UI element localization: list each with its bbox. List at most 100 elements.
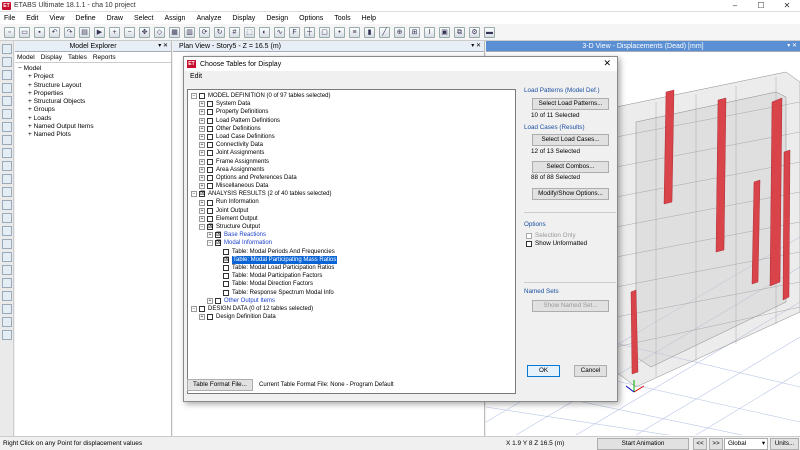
tab-display[interactable]: Display — [41, 52, 62, 62]
area-icon[interactable]: ▢ — [319, 26, 330, 38]
expand-icon[interactable]: + — [199, 166, 205, 173]
grid-icon[interactable]: # — [229, 26, 240, 38]
options-icon[interactable]: ⚙ — [469, 26, 480, 38]
row-checkbox[interactable]: ☒ — [199, 191, 205, 198]
row-checkbox[interactable] — [223, 273, 229, 280]
measure-icon[interactable]: ⊞ — [409, 26, 420, 38]
plan-icon[interactable]: ▦ — [169, 26, 180, 38]
table-tree-row[interactable]: Table: Modal Participation Factors — [188, 272, 515, 280]
elevation-icon[interactable]: ▥ — [184, 26, 195, 38]
row-checkbox[interactable] — [207, 150, 213, 157]
show-unformatted-checkbox[interactable] — [526, 240, 532, 247]
expand-icon[interactable]: + — [199, 183, 205, 190]
chart-icon[interactable]: ▬ — [484, 26, 495, 38]
table-tree-row[interactable]: + Load Case Definitions — [188, 133, 515, 141]
row-checkbox[interactable] — [223, 265, 229, 272]
table-tree-row[interactable]: ☒ Table: Modal Participating Mass Ratios — [188, 255, 515, 264]
menu-tools[interactable]: Tools — [334, 15, 350, 22]
tree-item-model[interactable]: − Model — [18, 65, 168, 73]
coordinate-system-select[interactable]: Global ▾ — [724, 438, 768, 450]
tab-reports[interactable]: Reports — [93, 52, 116, 62]
refresh-icon[interactable]: ↻ — [214, 26, 225, 38]
select-load-cases-button[interactable]: Select Load Cases... — [532, 134, 609, 146]
zoom-out-icon[interactable]: − — [124, 26, 135, 38]
menu-options[interactable]: Options — [299, 15, 323, 22]
expand-icon[interactable]: + — [199, 207, 205, 214]
expand-icon[interactable]: + — [199, 101, 205, 108]
row-checkbox[interactable] — [207, 134, 213, 141]
row-checkbox[interactable]: ☒ — [215, 232, 221, 239]
expand-icon[interactable]: + — [199, 314, 205, 321]
row-checkbox[interactable] — [207, 207, 213, 214]
collapse-icon[interactable]: − — [191, 191, 197, 198]
table-tree-row[interactable]: + Connectivity Data — [188, 141, 515, 149]
clear-selection-icon[interactable] — [2, 252, 12, 262]
row-checkbox[interactable] — [223, 248, 229, 255]
row-checkbox[interactable] — [223, 289, 229, 296]
draw-beam-icon[interactable] — [2, 96, 12, 106]
menu-define[interactable]: Define — [75, 15, 95, 22]
close-button[interactable]: ✕ — [774, 0, 800, 12]
reshape-icon[interactable] — [2, 57, 12, 67]
snap-points-icon[interactable] — [2, 278, 12, 288]
tree-item-named-output-items[interactable]: + Named Output Items — [18, 123, 168, 131]
menu-view[interactable]: View — [49, 15, 64, 22]
ok-button[interactable]: OK — [527, 365, 560, 377]
expand-icon[interactable]: + — [199, 215, 205, 222]
select-icon[interactable]: ⬚ — [244, 26, 255, 38]
table-format-file-button[interactable]: Table Format File... — [187, 379, 253, 391]
links-icon[interactable]: ≡ — [349, 26, 360, 38]
snap-icon[interactable]: ⊕ — [394, 26, 405, 38]
draw-link-icon[interactable] — [2, 174, 12, 184]
table-tree-row[interactable]: − ☒ Structure Output — [188, 223, 515, 231]
lock-icon[interactable]: ▤ — [79, 26, 90, 38]
snap-ends-icon[interactable] — [2, 291, 12, 301]
table-tree-row[interactable]: + Run Information — [188, 198, 515, 206]
menu-draw[interactable]: Draw — [107, 15, 123, 22]
row-checkbox[interactable] — [207, 215, 213, 222]
pin-icon[interactable]: ▾ ✕ — [158, 41, 168, 52]
draw-brace-icon[interactable] — [2, 122, 12, 132]
draw-joint-icon[interactable] — [2, 70, 12, 80]
zoom-in-icon[interactable]: + — [109, 26, 120, 38]
table-tree-row[interactable]: + Miscellaneous Data — [188, 182, 515, 190]
forces-icon[interactable]: F — [289, 26, 300, 38]
tree-item-structure-layout[interactable]: + Structure Layout — [18, 82, 168, 90]
draw-floor-icon[interactable] — [2, 135, 12, 145]
menu-select[interactable]: Select — [134, 15, 153, 22]
dialog-close-button[interactable]: ✕ — [603, 58, 611, 69]
dialog-menu-edit[interactable]: Edit — [184, 71, 617, 83]
draw-wall-icon[interactable] — [2, 148, 12, 158]
menu-analyze[interactable]: Analyze — [196, 15, 221, 22]
get-previous-icon[interactable] — [2, 239, 12, 249]
row-checkbox[interactable] — [207, 109, 213, 116]
expand-icon[interactable]: + — [199, 199, 205, 206]
tab-tables[interactable]: Tables — [68, 52, 87, 62]
collapse-icon[interactable]: − — [191, 93, 197, 100]
menu-edit[interactable]: Edit — [26, 15, 38, 22]
collapse-icon[interactable]: − — [199, 224, 205, 231]
table-tree-row[interactable]: + Load Pattern Definitions — [188, 117, 515, 125]
pointer-icon[interactable] — [2, 44, 12, 54]
window-icon[interactable]: ⧉ — [454, 26, 465, 38]
table-tree-row[interactable]: Table: Response Spectrum Modal Info — [188, 289, 515, 297]
menu-help[interactable]: Help — [362, 15, 376, 22]
frame-icon[interactable]: ┼ — [304, 26, 315, 38]
row-checkbox[interactable] — [207, 125, 213, 132]
modify-show-options-button[interactable]: Modify/Show Options... — [532, 188, 609, 200]
table-tree-row[interactable]: + Other Output Items — [188, 297, 515, 305]
table-tree-row[interactable]: + ☒ Base Reactions — [188, 231, 515, 239]
expand-icon[interactable]: + — [199, 125, 205, 132]
display-icon[interactable]: ◐ — [259, 26, 270, 38]
row-checkbox[interactable] — [207, 142, 213, 149]
rotate-icon[interactable]: ⟳ — [199, 26, 210, 38]
cancel-button[interactable]: Cancel — [574, 365, 607, 377]
layout-icon[interactable]: ▣ — [439, 26, 450, 38]
row-checkbox[interactable] — [199, 305, 205, 312]
collapse-icon[interactable]: − — [207, 240, 213, 247]
snap-grid-icon[interactable] — [2, 330, 12, 340]
tree-item-named-plots[interactable]: + Named Plots — [18, 131, 168, 139]
brace-icon[interactable]: ╱ — [379, 26, 390, 38]
table-tree-row[interactable]: + Other Definitions — [188, 125, 515, 133]
start-animation-button[interactable]: Start Animation — [597, 438, 689, 450]
